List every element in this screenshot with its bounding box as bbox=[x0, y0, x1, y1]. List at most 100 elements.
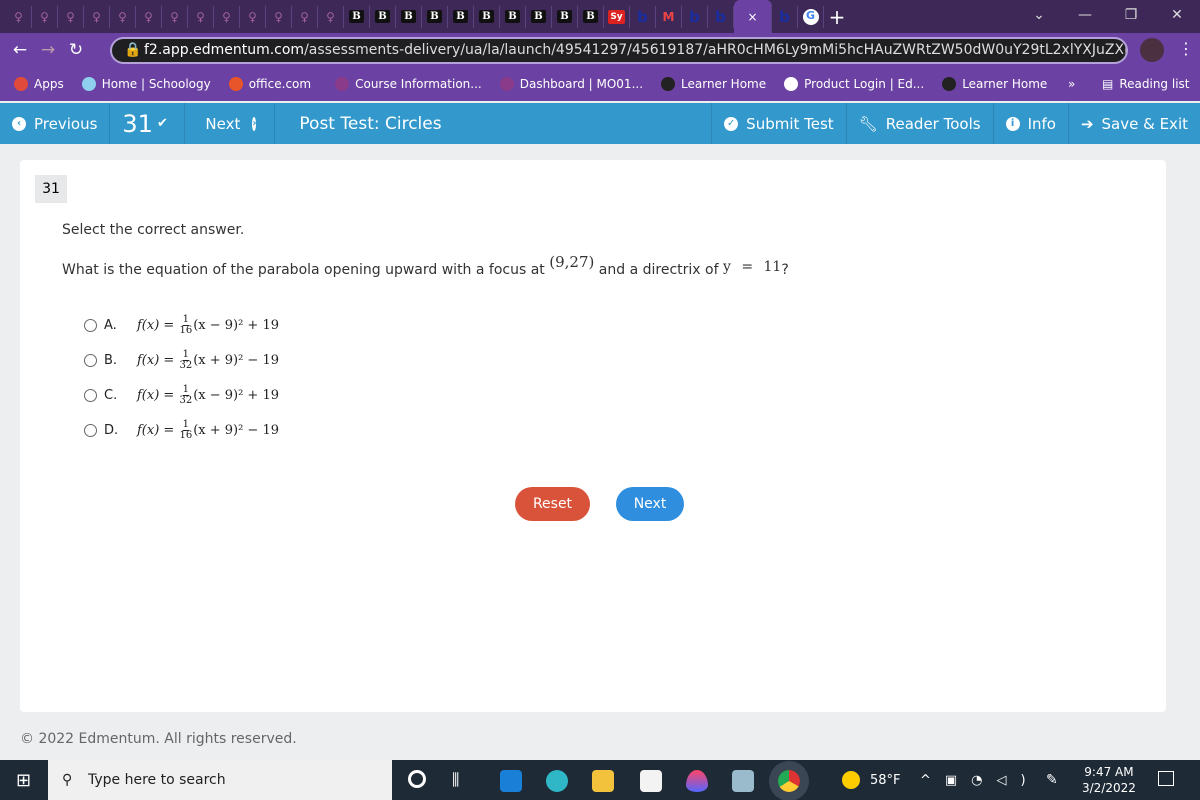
tray-icons[interactable]: ^▣◔◁) bbox=[920, 773, 1040, 788]
next-toolbar-button[interactable]: Next › bbox=[185, 103, 276, 144]
info-button[interactable]: i Info bbox=[994, 103, 1069, 144]
pin-icon: ♀ bbox=[66, 9, 75, 24]
bookmark-item[interactable]: Dashboard | MO01... bbox=[499, 77, 643, 91]
browser-tab[interactable]: ♀ bbox=[162, 5, 188, 28]
answer-option[interactable]: A. f(x) = 1 16 (x − 9)² + 19 bbox=[84, 315, 279, 336]
google-tab[interactable]: G bbox=[798, 5, 824, 28]
browser-tab[interactable]: ♀ bbox=[188, 5, 214, 28]
chrome-icon[interactable] bbox=[778, 770, 800, 792]
bookmark-item[interactable]: Learner Home bbox=[661, 77, 766, 91]
browser-tab[interactable]: b bbox=[682, 5, 708, 28]
browser-tab[interactable]: ♀ bbox=[32, 5, 58, 28]
bookmark-item[interactable]: Learner Home bbox=[942, 77, 1047, 91]
browser-tab[interactable]: B bbox=[500, 5, 526, 28]
bookmark-label: Product Login | Ed... bbox=[804, 77, 925, 91]
next-label: Next bbox=[205, 114, 241, 133]
submit-test-button[interactable]: ✓ Submit Test bbox=[711, 103, 847, 144]
bookmark-item[interactable]: office.com bbox=[228, 77, 312, 91]
new-tab-button[interactable]: + bbox=[824, 5, 850, 29]
next-button[interactable]: Next bbox=[616, 487, 684, 521]
mail-icon[interactable] bbox=[500, 770, 522, 792]
profile-avatar[interactable] bbox=[1140, 38, 1164, 62]
bookmark-favicon bbox=[499, 77, 514, 91]
browser-tab[interactable]: B bbox=[526, 5, 552, 28]
browser-tab[interactable]: B bbox=[552, 5, 578, 28]
question-selector[interactable]: 31 ✔ bbox=[110, 103, 186, 144]
bookmark-item[interactable]: Apps bbox=[14, 77, 64, 91]
answer-option[interactable]: D. f(x) = 1 16 (x + 9)² − 19 bbox=[84, 420, 279, 441]
browser-tab[interactable]: B bbox=[422, 5, 448, 28]
tab-favicon: B bbox=[583, 10, 598, 23]
more-bookmarks-icon[interactable]: » bbox=[1068, 77, 1075, 91]
browser-tab[interactable]: ♀ bbox=[110, 5, 136, 28]
minimize-button[interactable]: — bbox=[1062, 0, 1108, 30]
browser-tab[interactable]: B bbox=[578, 5, 604, 28]
browser-tab[interactable]: b bbox=[708, 5, 734, 28]
browser-tab[interactable]: b bbox=[772, 5, 798, 28]
option-letter: A. bbox=[104, 318, 117, 333]
bookmark-item[interactable]: Product Login | Ed... bbox=[784, 77, 924, 91]
browser-tab[interactable]: ♀ bbox=[84, 5, 110, 28]
active-tab[interactable]: × bbox=[734, 0, 772, 33]
browser-tab[interactable]: Sy bbox=[604, 5, 630, 28]
browser-tab[interactable]: ♀ bbox=[6, 5, 32, 28]
paint-icon[interactable] bbox=[686, 770, 708, 792]
browser-tab[interactable]: B bbox=[370, 5, 396, 28]
search-placeholder: Type here to search bbox=[88, 772, 226, 788]
weather-icon[interactable] bbox=[842, 771, 860, 789]
equation-rhs: (x + 9)² − 19 bbox=[193, 353, 280, 368]
answer-option[interactable]: C. f(x) = 1 32 (x − 9)² + 19 bbox=[84, 385, 279, 406]
browser-tab[interactable]: ♀ bbox=[136, 5, 162, 28]
bookmark-favicon bbox=[81, 77, 96, 91]
task-view-icon[interactable]: ⫼ bbox=[452, 770, 459, 790]
radio-button[interactable] bbox=[84, 354, 97, 367]
windows-start-icon[interactable]: ⊞ bbox=[16, 770, 31, 791]
browser-tab[interactable]: b bbox=[630, 5, 656, 28]
bookmark-label: office.com bbox=[248, 77, 312, 91]
back-button[interactable]: ← bbox=[6, 40, 34, 60]
reload-button[interactable]: ↻ bbox=[62, 40, 90, 60]
radio-button[interactable] bbox=[84, 389, 97, 402]
browser-tab[interactable]: ♀ bbox=[240, 5, 266, 28]
browser-tab[interactable]: ♀ bbox=[214, 5, 240, 28]
close-tab-icon[interactable]: × bbox=[747, 10, 757, 24]
file-explorer-icon[interactable] bbox=[592, 770, 614, 792]
browser-tab[interactable]: ♀ bbox=[318, 5, 344, 28]
close-window-button[interactable]: ✕ bbox=[1154, 0, 1200, 30]
reset-button[interactable]: Reset bbox=[515, 487, 590, 521]
bookmark-item[interactable]: Course Information... bbox=[335, 77, 482, 91]
pen-icon[interactable]: ✎ bbox=[1046, 772, 1058, 788]
browser-tab[interactable]: B bbox=[344, 5, 370, 28]
browser-tab[interactable]: B bbox=[396, 5, 422, 28]
radio-button[interactable] bbox=[84, 424, 97, 437]
notifications-icon[interactable] bbox=[1158, 771, 1174, 786]
save-exit-button[interactable]: ➔ Save & Exit bbox=[1069, 103, 1200, 144]
maximize-button[interactable]: ❐ bbox=[1108, 0, 1154, 30]
browser-tab[interactable]: ♀ bbox=[58, 5, 84, 28]
store-icon[interactable] bbox=[640, 770, 662, 792]
radio-button[interactable] bbox=[84, 319, 97, 332]
tab-favicon: B bbox=[557, 10, 572, 23]
browser-tab[interactable]: ♀ bbox=[266, 5, 292, 28]
answer-option[interactable]: B. f(x) = 1 32 (x + 9)² − 19 bbox=[84, 350, 279, 371]
bookmark-item[interactable]: Home | Schoology bbox=[81, 77, 211, 91]
reader-tools-button[interactable]: 🔧︎ Reader Tools bbox=[847, 103, 994, 144]
tab-search-icon[interactable]: ⌄ bbox=[1016, 0, 1062, 30]
url-input[interactable]: 🔒 f2.app.edmentum.com/assessments-deliver… bbox=[110, 37, 1128, 64]
browser-tab[interactable]: B bbox=[474, 5, 500, 28]
test-title: Post Test: Circles bbox=[299, 113, 442, 134]
previous-button[interactable]: ‹ Previous bbox=[0, 103, 111, 144]
weather-temp[interactable]: 58°F bbox=[870, 773, 901, 788]
notes-app-icon[interactable] bbox=[732, 770, 754, 792]
browser-tab[interactable]: B bbox=[448, 5, 474, 28]
edge-icon[interactable] bbox=[546, 770, 568, 792]
forward-button[interactable]: → bbox=[34, 40, 62, 60]
taskbar-search-input[interactable]: ⚲ Type here to search bbox=[48, 760, 392, 800]
chevron-left-icon: ‹ bbox=[12, 116, 26, 131]
cortana-icon[interactable] bbox=[408, 770, 426, 788]
gmail-tab[interactable]: M bbox=[656, 5, 682, 28]
browser-tab[interactable]: ♀ bbox=[292, 5, 318, 28]
clock[interactable]: 9:47 AM 3/2/2022 bbox=[1082, 764, 1136, 796]
menu-icon[interactable]: ⋮ bbox=[1178, 39, 1194, 58]
reading-list[interactable]: ▤ Reading list bbox=[1102, 77, 1190, 91]
